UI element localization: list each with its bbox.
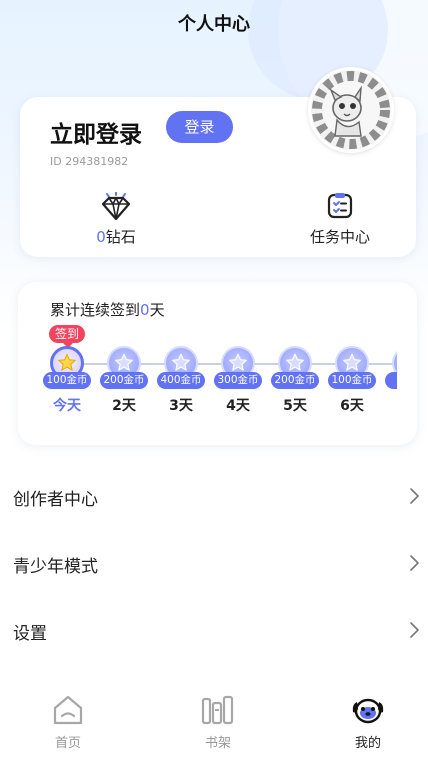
task-icon xyxy=(327,193,353,219)
menu-teen-mode[interactable]: 青少年模式 xyxy=(0,543,428,583)
avatar[interactable] xyxy=(308,67,394,153)
signin-title: 累计连续签到0天 xyxy=(50,299,165,320)
home-icon xyxy=(53,695,83,725)
reward-label: 7 xyxy=(385,372,397,389)
tab-label: 我的 xyxy=(354,736,381,751)
day-label: 4天 xyxy=(226,398,250,414)
reward-label: 200金币 xyxy=(100,372,148,389)
signin-title-prefix: 累计连续签到 xyxy=(50,301,141,319)
diamond-count: 0 xyxy=(96,228,106,246)
task-center[interactable]: 任务中心 xyxy=(275,192,405,247)
tab-label: 首页 xyxy=(54,736,81,751)
user-id: ID 294381982 xyxy=(50,155,129,168)
signin-title-suffix: 天 xyxy=(149,301,165,319)
chevron-right-icon xyxy=(410,622,419,638)
login-prompt[interactable]: 立即登录 xyxy=(50,115,142,149)
signin-day[interactable]: 200金币 2天 xyxy=(99,346,149,415)
tab-bookshelf[interactable]: 书架 xyxy=(178,690,258,751)
day-label: 3天 xyxy=(169,398,193,414)
menu-label: 创作者中心 xyxy=(13,490,98,510)
task-label: 任务中心 xyxy=(309,228,370,246)
login-button[interactable]: 登录 xyxy=(166,111,233,143)
diamond-icon xyxy=(101,192,131,220)
signin-card: 累计连续签到0天 签到 100金币 今天 200金币 2天 400金币 3天 3… xyxy=(18,282,417,445)
bookshelf-icon xyxy=(201,695,234,725)
tab-bar: 首页 书架 我的 xyxy=(0,690,428,762)
reward-label: 300金币 xyxy=(214,372,262,389)
page-title: 个人中心 xyxy=(178,14,250,35)
chevron-right-icon xyxy=(410,555,419,571)
menu-label: 设置 xyxy=(13,624,47,644)
day-label: 6天 xyxy=(340,398,364,414)
signin-day[interactable]: 400金币 3天 xyxy=(156,346,206,415)
tab-home[interactable]: 首页 xyxy=(28,690,108,751)
tab-mine[interactable]: 我的 xyxy=(328,690,408,751)
signin-days[interactable]: 100金币 今天 200金币 2天 400金币 3天 300金币 4天 200金… xyxy=(40,346,397,436)
day-label: 2天 xyxy=(112,398,136,414)
day-label: 今天 xyxy=(53,398,81,414)
menu-creator-center[interactable]: 创作者中心 xyxy=(0,476,428,516)
tab-label: 书架 xyxy=(204,736,231,751)
dog-face-icon xyxy=(352,698,384,724)
diamond-stat[interactable]: 0钻石 xyxy=(51,192,181,247)
signin-day[interactable]: 100金币 6天 xyxy=(327,346,377,415)
reward-label: 100金币 xyxy=(328,372,376,389)
signin-count: 0 xyxy=(140,301,150,319)
lemur-avatar-image xyxy=(311,70,391,150)
reward-label: 400金币 xyxy=(157,372,205,389)
signin-day[interactable]: 7 xyxy=(384,346,397,395)
signin-day[interactable]: 200金币 5天 xyxy=(270,346,320,415)
chevron-right-icon xyxy=(410,488,419,504)
reward-label: 100金币 xyxy=(43,372,91,389)
signin-badge[interactable]: 签到 xyxy=(49,325,86,348)
menu-settings[interactable]: 设置 xyxy=(0,610,428,650)
diamond-label: 钻石 xyxy=(105,228,136,246)
day-label: 5天 xyxy=(283,398,307,414)
signin-day[interactable]: 100金币 今天 xyxy=(42,346,92,415)
signin-day[interactable]: 300金币 4天 xyxy=(213,346,263,415)
menu-label: 青少年模式 xyxy=(13,557,98,577)
reward-label: 200金币 xyxy=(271,372,319,389)
